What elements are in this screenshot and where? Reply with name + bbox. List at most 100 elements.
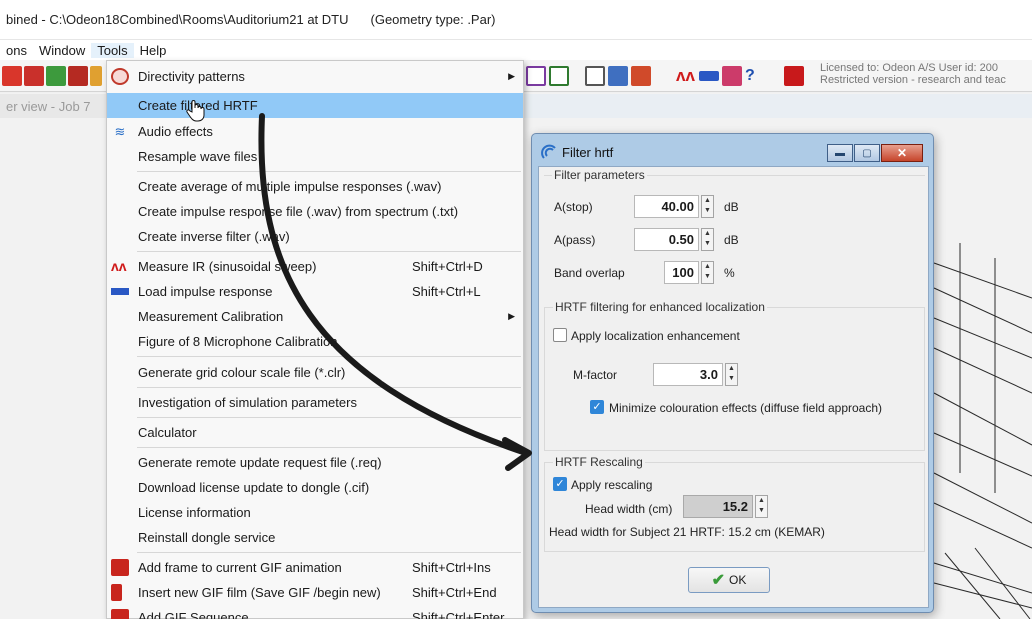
submenu-arrow-icon: ▶ [508, 71, 515, 81]
title-bar: bined - C:\Odeon18Combined\Rooms\Auditor… [0, 0, 1032, 40]
menu-tools[interactable]: Tools [91, 42, 134, 58]
m-factor-field[interactable]: 3.0 [653, 363, 723, 386]
band-overlap-field[interactable]: 100 [664, 261, 699, 284]
minimize-button[interactable]: ▬ [827, 144, 853, 162]
a-pass-field[interactable]: 0.50 [634, 228, 699, 251]
tool-help-icon[interactable]: ? [745, 66, 765, 86]
geometry-type: (Geometry type: .Par) [370, 12, 496, 27]
tool-check-icon[interactable] [46, 66, 66, 86]
tool-sweep-icon[interactable]: ʌʌ [676, 66, 696, 86]
menu-item-measure-ir[interactable]: ʌʌ Measure IR (sinusoidal sweep) Shift+C… [107, 254, 523, 279]
menu-item-average-impulse[interactable]: Create average of multiple impulse respo… [107, 174, 523, 199]
apply-localization-checkbox[interactable] [553, 328, 567, 342]
menu-item-impulse-from-spectrum[interactable]: Create impulse response file (.wav) from… [107, 199, 523, 224]
a-stop-spinner[interactable]: ▲ ▼ [701, 195, 714, 218]
head-width-note: Head width for Subject 21 HRTF: 15.2 cm … [549, 525, 825, 539]
menu-separator [137, 171, 521, 172]
minimize-colouration-label: Minimize colouration effects (diffuse fi… [609, 401, 883, 415]
menu-item-reinstall-dongle[interactable]: Reinstall dongle service [107, 525, 523, 550]
gif-sequence-icon [111, 609, 129, 619]
tool-impulse-icon[interactable] [699, 71, 719, 81]
hrtf-dialog-icon [541, 144, 556, 159]
a-pass-label: A(pass) [554, 233, 596, 247]
a-pass-spinner[interactable]: ▲ ▼ [701, 228, 714, 251]
menu-item-create-filtered-hrtf[interactable]: Create filtered HRTF [107, 93, 523, 118]
menu-options[interactable]: ons [0, 43, 33, 58]
tool-partial-icon[interactable] [90, 66, 102, 86]
minimize-colouration-checkbox[interactable]: ✓ [590, 400, 604, 414]
menu-item-figure8-calibration[interactable]: Figure of 8 Microphone Calibration [107, 329, 523, 354]
menu-item-audio-effects[interactable]: ≋ Audio effects [107, 119, 523, 144]
submenu-arrow-icon: ▶ [508, 311, 515, 321]
menu-item-inverse-filter[interactable]: Create inverse filter (.wav) [107, 224, 523, 249]
tools-menu: Directivity patterns ▶ Create filtered H… [106, 60, 524, 619]
menu-item-download-license[interactable]: Download license update to dongle (.cif) [107, 475, 523, 500]
menu-window[interactable]: Window [33, 43, 91, 58]
localization-title: HRTF filtering for enhanced localization [553, 300, 767, 314]
tool-grid-icon[interactable] [526, 66, 546, 86]
band-overlap-spinner[interactable]: ▲ ▼ [701, 261, 714, 284]
checkmark-icon: ✔ [711, 572, 726, 589]
menu-item-measurement-calibration[interactable]: Measurement Calibration ▶ [107, 304, 523, 329]
m-factor-label: M-factor [573, 368, 618, 382]
menu-item-grid-colour-scale[interactable]: Generate grid colour scale file (*.clr) [107, 360, 523, 385]
tool-book-icon[interactable] [631, 66, 651, 86]
tool-render-icon[interactable] [608, 66, 628, 86]
a-stop-label: A(stop) [554, 200, 593, 214]
menu-item-add-gif-frame[interactable]: Add frame to current GIF animation Shift… [107, 555, 523, 580]
a-stop-field[interactable]: 40.00 [634, 195, 699, 218]
menu-separator [137, 356, 521, 357]
tool-play-icon[interactable] [784, 66, 804, 86]
menu-separator [137, 251, 521, 252]
menu-separator [137, 417, 521, 418]
sweep-icon: ʌʌ [111, 258, 127, 274]
menu-item-directivity-patterns[interactable]: Directivity patterns ▶ [107, 64, 523, 89]
window-title: bined - C:\Odeon18Combined\Rooms\Auditor… [6, 12, 349, 27]
dialog-body: Filter parameters A(stop) 40.00 ▲ ▼ dB A(… [538, 166, 929, 608]
menu-item-insert-gif-film[interactable]: Insert new GIF film (Save GIF /begin new… [107, 580, 523, 605]
tool-satellite-icon[interactable] [722, 66, 742, 86]
tool-cube-icon[interactable] [585, 66, 605, 86]
localization-group: HRTF filtering for enhanced localization… [544, 300, 925, 451]
menu-help[interactable]: Help [134, 43, 173, 58]
close-button[interactable]: ✕ [881, 144, 923, 162]
apply-rescaling-checkbox[interactable]: ✓ [553, 477, 567, 491]
tool-gif-icon[interactable] [68, 66, 88, 86]
ok-label: OK [729, 573, 747, 587]
rescaling-group: HRTF Rescaling ✓ Apply rescaling Head wi… [544, 455, 925, 552]
close-icon: ✕ [896, 146, 908, 160]
head-width-field[interactable]: 15.2 [683, 495, 753, 518]
tool-red-icon[interactable] [2, 66, 22, 86]
filter-parameters-title: Filter parameters [552, 168, 647, 182]
audio-effects-icon: ≋ [114, 124, 126, 139]
directivity-icon [111, 68, 129, 85]
menu-separator [137, 447, 521, 448]
band-overlap-label: Band overlap [554, 266, 625, 280]
dialog-title-bar: Filter hrtf [540, 144, 613, 160]
menu-item-license-information[interactable]: License information [107, 500, 523, 525]
band-overlap-unit: % [724, 266, 735, 280]
app-window: bined - C:\Odeon18Combined\Rooms\Auditor… [0, 0, 1032, 619]
minimize-icon: ▬ [835, 147, 845, 159]
a-stop-unit: dB [724, 200, 739, 214]
menu-item-remote-update-request[interactable]: Generate remote update request file (.re… [107, 450, 523, 475]
a-pass-unit: dB [724, 233, 739, 247]
menu-item-investigation[interactable]: Investigation of simulation parameters [107, 390, 523, 415]
maximize-button[interactable]: ▢ [854, 144, 880, 162]
tool-walker-icon[interactable] [24, 66, 44, 86]
impulse-icon [111, 288, 129, 295]
apply-rescaling-label: Apply rescaling [571, 478, 653, 492]
apply-localization-label: Apply localization enhancement [571, 329, 740, 343]
menu-item-calculator[interactable]: Calculator [107, 420, 523, 445]
menu-separator [137, 387, 521, 388]
head-width-label: Head width (cm) [585, 502, 673, 516]
menu-item-load-impulse[interactable]: Load impulse response Shift+Ctrl+L [107, 279, 523, 304]
head-width-spinner[interactable]: ▲ ▼ [755, 495, 768, 518]
maximize-icon: ▢ [862, 147, 872, 159]
menu-item-add-gif-sequence[interactable]: Add GIF Sequence Shift+Ctrl+Enter [107, 605, 523, 619]
menu-item-resample-wave-files[interactable]: Resample wave files [107, 144, 523, 169]
m-factor-spinner[interactable]: ▲ ▼ [725, 363, 738, 386]
license-line-2: Restricted version - research and teac [820, 74, 1006, 86]
ok-button[interactable]: ✔ OK [688, 567, 770, 593]
tool-frame-icon[interactable] [549, 66, 569, 86]
